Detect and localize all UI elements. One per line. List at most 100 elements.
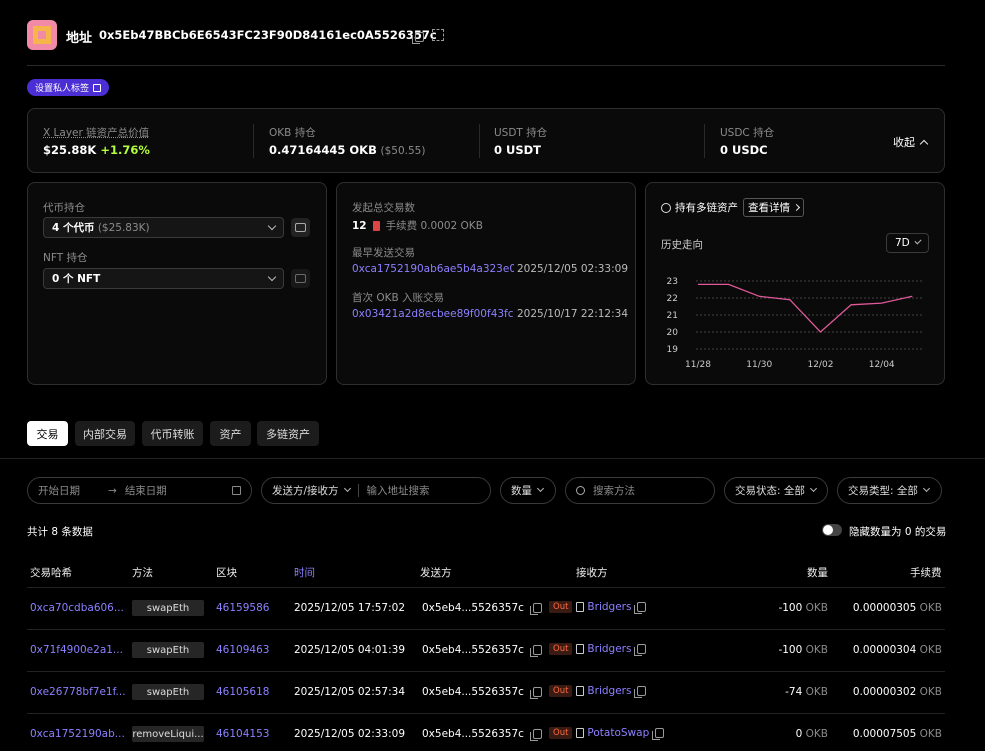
from-address: 0x5eb4...5526357c bbox=[422, 686, 543, 699]
record-count: 共计 8 条数据 bbox=[27, 526, 93, 538]
from-address-link[interactable]: 0x5eb4...5526357c bbox=[422, 728, 524, 740]
from-address: 0x5eb4...5526357c bbox=[422, 728, 543, 741]
col-hash: 交易哈希 bbox=[30, 567, 72, 579]
col-time[interactable]: 时间 bbox=[294, 565, 315, 580]
to-address-link[interactable]: Bridgers bbox=[587, 685, 631, 697]
token-count: 4 个代币 bbox=[52, 222, 95, 234]
multichain-card: 持有多链资产 查看详情 历史走向 7D 23 22 21 20 19 11/28 11/30… bbox=[645, 182, 945, 385]
earliest-label: 最早发送交易 bbox=[352, 247, 415, 259]
holdings-card: 代币持仓 4 个代币 ($25.83K) NFT 持仓 0 个 NFT bbox=[27, 182, 327, 385]
start-date-input[interactable]: 开始日期 bbox=[38, 483, 108, 498]
collapse-label: 收起 bbox=[893, 136, 915, 149]
set-tag-button[interactable]: 设置私人标签 bbox=[27, 79, 110, 96]
usdt-value: 0 USDT bbox=[494, 143, 542, 157]
address-filter[interactable]: 发送方/接收方 输入地址搜索 bbox=[261, 477, 491, 504]
summary-card: X Layer 链资产总价值 $25.88K +1.76% OKB 持仓 0.4… bbox=[27, 108, 945, 173]
chevron-up-icon bbox=[919, 139, 929, 148]
earliest-hash-link[interactable]: 0xca1752190ab6ae5b4a323e0... bbox=[352, 263, 514, 275]
copy-icon[interactable] bbox=[652, 728, 665, 740]
nft-wallet-icon[interactable] bbox=[291, 269, 310, 288]
from-address-link[interactable]: 0x5eb4...5526357c bbox=[422, 644, 524, 656]
chevron-down-icon bbox=[536, 484, 545, 493]
tx-fee: 0.00000304 OKB bbox=[852, 644, 942, 656]
method-badge: removeLiqui... bbox=[132, 726, 204, 742]
collapse-button[interactable]: 收起 bbox=[893, 134, 929, 150]
range-select[interactable]: 7D bbox=[886, 233, 929, 253]
copy-icon[interactable] bbox=[634, 644, 647, 656]
tx-hash-link[interactable]: 0x71f4900e2a1... bbox=[30, 644, 123, 656]
tab-multichain-assets[interactable]: 多链资产 bbox=[257, 421, 319, 446]
to-address: Out Bridgers bbox=[549, 685, 647, 698]
block-link[interactable]: 46105618 bbox=[216, 686, 269, 698]
block-link[interactable]: 46159586 bbox=[216, 602, 269, 614]
tab-token-transfers[interactable]: 代币转账 bbox=[142, 421, 203, 446]
copy-icon[interactable] bbox=[530, 687, 543, 699]
wallet-icon[interactable] bbox=[291, 218, 310, 237]
y-tick-label: 19 bbox=[667, 345, 679, 355]
copy-icon[interactable] bbox=[530, 603, 543, 615]
from-address-link[interactable]: 0x5eb4...5526357c bbox=[422, 686, 524, 698]
chevron-down-icon bbox=[343, 484, 351, 493]
multichain-label: 持有多链资产 bbox=[675, 202, 738, 214]
method-search[interactable]: 搜索方法 bbox=[565, 477, 715, 504]
direction-badge: Out bbox=[549, 685, 573, 697]
first-in-time: 2025/10/17 22:12:34 bbox=[517, 308, 629, 320]
token-select[interactable]: 4 个代币 ($25.83K) bbox=[43, 217, 284, 238]
tx-time: 2025/12/05 02:33:09 bbox=[294, 728, 406, 740]
to-address-link[interactable]: PotatoSwap bbox=[587, 727, 649, 739]
method-search-input[interactable]: 搜索方法 bbox=[593, 483, 635, 498]
type-filter[interactable]: 交易类型: 全部 bbox=[837, 477, 942, 504]
x-tick-label: 11/28 bbox=[685, 360, 711, 370]
qrcode-icon[interactable] bbox=[432, 29, 444, 41]
view-detail-button[interactable]: 查看详情 bbox=[743, 198, 804, 217]
fuel-icon bbox=[372, 220, 380, 231]
tab-internal-transactions[interactable]: 内部交易 bbox=[75, 421, 135, 446]
method-badge: swapEth bbox=[132, 642, 204, 658]
block-link[interactable]: 46109463 bbox=[216, 644, 269, 656]
from-address-link[interactable]: 0x5eb4...5526357c bbox=[422, 602, 524, 614]
first-in-hash-link[interactable]: 0x03421a2d8ecbee89f00f43fc... bbox=[352, 308, 514, 320]
okb-usd: ($50.55) bbox=[380, 145, 426, 157]
chevron-down-icon bbox=[267, 221, 277, 230]
tx-amount: -100 OKB bbox=[778, 602, 828, 614]
to-address-link[interactable]: Bridgers bbox=[587, 601, 631, 613]
amount-filter[interactable]: 数量 bbox=[500, 477, 556, 504]
tx-hash-link[interactable]: 0xca1752190ab... bbox=[30, 728, 125, 740]
method-badge: swapEth bbox=[132, 600, 204, 616]
method-badge: swapEth bbox=[132, 684, 204, 700]
tx-hash-link[interactable]: 0xe26778bf7e1f... bbox=[30, 686, 126, 698]
range-value: 7D bbox=[895, 237, 910, 249]
contract-icon bbox=[576, 686, 585, 696]
hide-zero-toggle[interactable] bbox=[822, 524, 842, 536]
to-address-link[interactable]: Bridgers bbox=[587, 643, 631, 655]
arrow-right-icon bbox=[792, 203, 801, 212]
date-range-picker[interactable]: 开始日期 → 结束日期 bbox=[27, 477, 252, 504]
y-tick-label: 21 bbox=[667, 311, 678, 321]
tx-time: 2025/12/05 17:57:02 bbox=[294, 602, 406, 614]
copy-icon[interactable] bbox=[634, 602, 647, 614]
set-tag-label: 设置私人标签 bbox=[35, 84, 90, 94]
okb-label: OKB 持仓 bbox=[269, 127, 316, 139]
block-link[interactable]: 46104153 bbox=[216, 728, 269, 740]
arrow-right-icon: → bbox=[108, 484, 117, 497]
copy-icon[interactable] bbox=[530, 645, 543, 657]
address-search-input[interactable]: 输入地址搜索 bbox=[367, 483, 430, 498]
copy-icon[interactable] bbox=[412, 32, 424, 44]
end-date-input[interactable]: 结束日期 bbox=[125, 483, 232, 498]
copy-icon[interactable] bbox=[530, 729, 543, 741]
tx-fee: 0.00000302 OKB bbox=[852, 686, 942, 698]
tx-hash-link[interactable]: 0xca70cdba606... bbox=[30, 602, 124, 614]
copy-icon[interactable] bbox=[634, 686, 647, 698]
chevron-down-icon bbox=[914, 237, 922, 245]
col-method: 方法 bbox=[132, 567, 153, 579]
history-chart: 23 22 21 20 19 11/28 11/30 12/02 12/04 bbox=[667, 277, 924, 370]
nft-select[interactable]: 0 个 NFT bbox=[43, 268, 284, 289]
chevron-down-icon bbox=[922, 484, 930, 493]
contract-icon bbox=[576, 644, 585, 654]
x-tick-label: 12/02 bbox=[807, 360, 833, 370]
direction-select[interactable]: 发送方/接收方 bbox=[272, 483, 339, 498]
token-usd: ($25.83K) bbox=[97, 222, 150, 234]
tab-transactions[interactable]: 交易 bbox=[27, 421, 68, 446]
status-filter[interactable]: 交易状态: 全部 bbox=[724, 477, 828, 504]
tab-assets[interactable]: 资产 bbox=[210, 421, 251, 446]
